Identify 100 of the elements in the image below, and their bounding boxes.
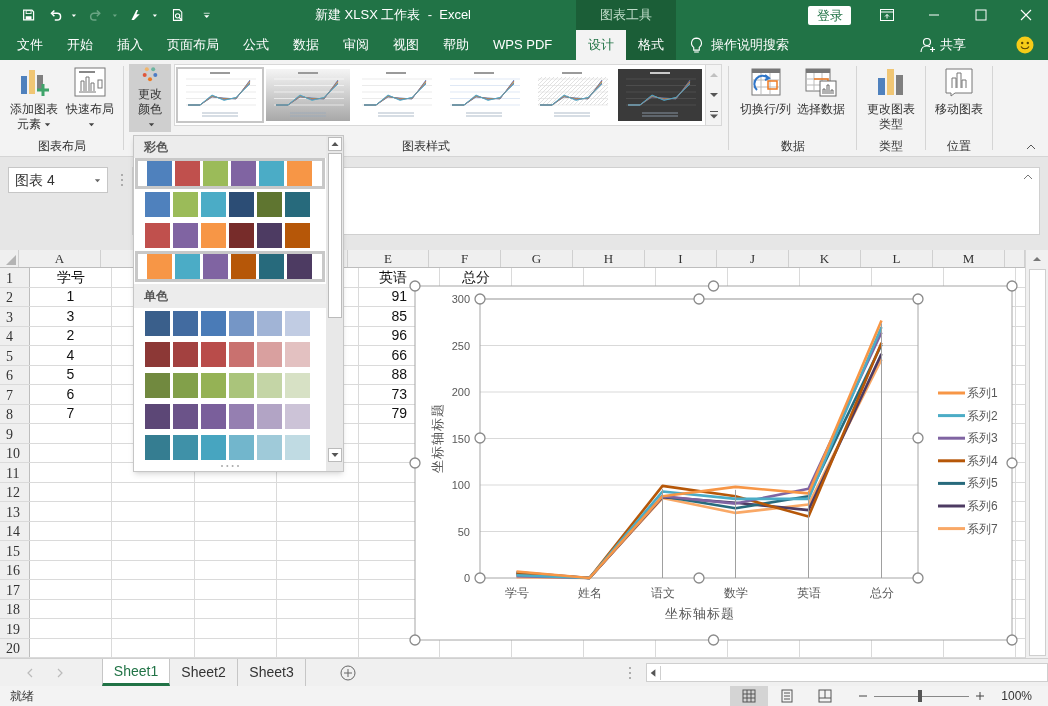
column-header[interactable]: J <box>749 250 756 269</box>
column-header[interactable]: G <box>531 250 542 269</box>
dropdown-caret-icon[interactable] <box>151 11 158 19</box>
column-header[interactable]: M <box>962 250 975 269</box>
resize-handle[interactable] <box>409 634 421 646</box>
column-header[interactable]: F <box>460 250 469 269</box>
share-button[interactable]: 共享 <box>920 30 966 60</box>
plot-area[interactable] <box>479 298 919 579</box>
ribbon-button[interactable]: 更改颜色 <box>129 64 171 132</box>
gallery-more-icon[interactable] <box>709 111 718 119</box>
cell-text: 学号 <box>56 267 85 287</box>
switch-row-column-icon <box>749 66 782 98</box>
column-header[interactable]: A <box>54 250 65 269</box>
undo-icon[interactable] <box>49 7 63 23</box>
chart-style-thumbnail[interactable] <box>616 67 704 123</box>
tell-me-search[interactable]: 操作说明搜索 <box>711 35 789 55</box>
ribbon-tab[interactable]: 审阅 <box>331 30 381 60</box>
redo-icon <box>89 7 103 23</box>
resize-handle[interactable] <box>1006 457 1018 469</box>
chart-layout-icon <box>73 66 106 98</box>
cell-text: 85 <box>391 306 407 326</box>
scroll-up-icon[interactable] <box>327 137 342 151</box>
resize-grip-icon[interactable] <box>220 464 240 468</box>
ribbon-tab[interactable]: 开始 <box>55 30 105 60</box>
column-header[interactable]: E <box>384 250 392 269</box>
color-scheme-option[interactable] <box>135 158 325 189</box>
scroll-down-icon[interactable] <box>327 448 342 462</box>
resize-handle[interactable] <box>912 293 924 305</box>
axis-title[interactable]: 坐标轴标题 <box>430 403 445 473</box>
grip-icon <box>628 665 632 680</box>
resize-handle[interactable] <box>693 293 705 305</box>
resize-handle[interactable] <box>1006 280 1018 292</box>
ribbon-tab[interactable]: 格式 <box>626 30 676 60</box>
ribbon-tab[interactable]: 公式 <box>231 30 281 60</box>
ribbon-tab[interactable]: 视图 <box>381 30 431 60</box>
legend-swatch <box>938 459 965 463</box>
resize-handle[interactable] <box>474 572 486 584</box>
ribbon-button[interactable]: 快速布局 <box>63 66 116 132</box>
sheet-tab[interactable]: Sheet1 <box>102 659 170 686</box>
ribbon-button[interactable]: 切换行/列 <box>739 66 792 117</box>
collapse-formula-bar-icon[interactable] <box>1023 174 1033 180</box>
ribbon-tab[interactable]: 文件 <box>5 30 55 60</box>
scroll-down-icon[interactable] <box>709 93 718 97</box>
resize-handle[interactable] <box>1006 634 1018 646</box>
slider-thumb[interactable] <box>917 690 922 702</box>
ribbon-tab[interactable]: 数据 <box>281 30 331 60</box>
group-label: 图表样式 <box>402 138 450 155</box>
name-box[interactable]: 图表 4 <box>8 167 108 193</box>
grip-icon <box>120 173 124 187</box>
chart-style-thumbnail[interactable] <box>176 67 264 123</box>
scrollbar-thumb[interactable] <box>1028 269 1046 656</box>
resize-handle[interactable] <box>474 293 486 305</box>
dropdown-caret-icon <box>111 11 118 19</box>
smiley-feedback-icon[interactable] <box>1016 36 1034 54</box>
add-sheet-icon[interactable] <box>340 664 356 681</box>
ribbon-button[interactable]: 添加图表元素 <box>7 66 60 132</box>
legend-label: 系列4 <box>967 453 998 468</box>
column-header[interactable]: H <box>603 250 614 269</box>
scrollbar-thumb[interactable] <box>327 153 342 318</box>
ribbon-tab[interactable]: 帮助 <box>431 30 481 60</box>
resize-handle[interactable] <box>409 457 421 469</box>
legend-label: 系列5 <box>967 476 998 491</box>
ribbon-button[interactable]: 选择数据 <box>797 66 846 117</box>
ribbon-tab[interactable]: 设计 <box>576 30 626 60</box>
group-label: 位置 <box>947 138 971 155</box>
page-layout-icon <box>780 689 795 703</box>
ribbon-button[interactable]: 移动图表 <box>935 66 983 117</box>
resize-handle[interactable] <box>912 432 924 444</box>
view-button[interactable] <box>730 686 769 706</box>
maximize-icon[interactable] <box>974 9 987 21</box>
resize-handle[interactable] <box>409 280 421 292</box>
resize-handle[interactable] <box>707 634 720 646</box>
horizontal-scrollbar[interactable] <box>646 663 1048 682</box>
column-header[interactable]: I <box>678 250 683 269</box>
resize-handle[interactable] <box>912 572 924 584</box>
axis-title[interactable]: 坐标轴标题 <box>665 606 735 621</box>
resize-handle[interactable] <box>474 432 486 444</box>
zoom-slider[interactable] <box>874 690 970 702</box>
status-text: 就绪 <box>10 688 34 705</box>
column-header[interactable]: L <box>892 250 901 269</box>
zoom-in-icon[interactable] <box>975 691 986 701</box>
ribbon-tab[interactable]: 插入 <box>105 30 155 60</box>
move-chart-icon <box>943 66 975 98</box>
chart-style-thumbnail[interactable] <box>264 67 352 123</box>
dropdown-caret-icon[interactable] <box>71 11 78 19</box>
ribbon-button[interactable]: 更改图表类型 <box>866 66 916 132</box>
close-icon[interactable] <box>1020 9 1032 21</box>
print-preview-icon[interactable] <box>171 7 185 23</box>
resize-handle[interactable] <box>693 572 705 584</box>
collapse-ribbon-icon[interactable] <box>1026 144 1036 150</box>
sign-in-button[interactable]: 登录 <box>808 5 851 25</box>
save-icon[interactable] <box>22 7 36 23</box>
cell-text: 5 <box>66 365 75 385</box>
customize-toolbar-icon[interactable] <box>202 10 210 20</box>
color-scheme-option[interactable] <box>135 251 325 282</box>
ribbon-tab[interactable]: 页面布局 <box>155 30 231 60</box>
ribbon-display-icon[interactable] <box>879 9 894 21</box>
ribbon-tab[interactable]: WPS PDF <box>481 30 565 60</box>
resize-handle[interactable] <box>707 280 720 292</box>
column-header[interactable]: K <box>819 250 830 269</box>
